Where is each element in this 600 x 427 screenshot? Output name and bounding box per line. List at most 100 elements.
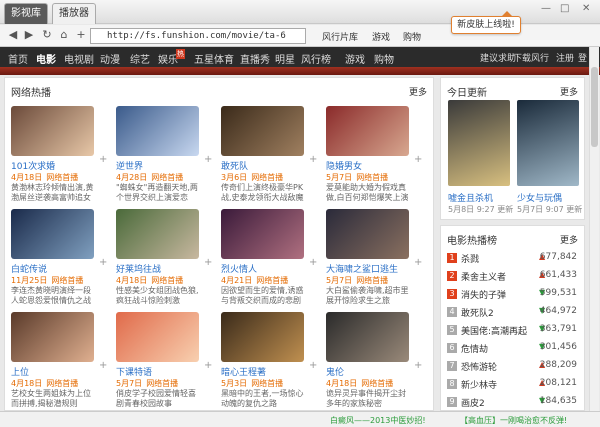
movie-card[interactable]: 101次求婚4月18日网络首播黄渤林志玲倾情出演,黄渤屌丝逆袭高富帅追女神 + (11, 106, 107, 203)
add-icon[interactable]: + (99, 154, 107, 165)
add-icon[interactable]: + (309, 360, 317, 371)
movie-thumbnail[interactable] (221, 312, 304, 362)
add-icon[interactable]: + (99, 257, 107, 268)
more-link[interactable]: 更多 (409, 85, 427, 98)
nav-sports[interactable]: 五星体育 (194, 51, 234, 66)
nav-shopping[interactable]: 购物 (374, 51, 394, 66)
movie-title[interactable]: 敢死队 (221, 159, 307, 172)
scrollbar-thumb[interactable] (591, 67, 598, 147)
nav-register[interactable]: 注册 (556, 51, 574, 64)
close-button[interactable]: ✕ (582, 2, 590, 16)
movie-title[interactable]: 逆世界 (116, 159, 202, 172)
movie-title[interactable]: 暗心王程著 (221, 365, 307, 378)
movie-thumbnail[interactable] (221, 106, 304, 156)
add-icon[interactable]: + (99, 360, 107, 371)
add-icon[interactable]: + (414, 257, 422, 268)
movie-card[interactable]: 敢死队 3月6日 网络首播 传奇们上演终极豪华PK战,史泰龙领衔大战敌魔 + (221, 106, 317, 203)
rank-title[interactable]: 恐怖游轮 (461, 360, 497, 373)
nav-tv[interactable]: 电视剧 (64, 51, 94, 66)
add-icon[interactable]: + (204, 154, 212, 165)
movie-card[interactable]: 上位 4月18日 网络首播 艺校女生两姐妹为上位而拼搏,揭秘潜规则 + (11, 312, 107, 409)
maximize-button[interactable]: □ (560, 2, 569, 16)
ranking-row[interactable]: 4 敢死队2 ▼ 464,972 (447, 306, 579, 320)
poster-title[interactable]: 嘘金且杀机 (448, 191, 493, 204)
movie-card[interactable]: 下课特语 5月7日 网络首播 俏皮学子校园爱情轻喜剧青春校园故事 + (116, 312, 212, 409)
status-ad-left[interactable]: 白癜风——2013中医妙招! (330, 415, 426, 426)
add-icon[interactable]: + (204, 257, 212, 268)
movie-title[interactable]: 大海啸之鲨口逃生 (326, 262, 412, 275)
refresh-icon[interactable]: ↻ (40, 28, 54, 42)
movie-thumbnail[interactable] (11, 312, 94, 362)
movie-card[interactable]: 鬼伦 4月18日 网络首播 诡异灵异事件揭开尘封多年的家族秘密 + (326, 312, 422, 409)
more-link[interactable]: 更多 (560, 85, 578, 98)
address-bar[interactable]: http://fs.funshion.com/movie/ta-6 (90, 28, 306, 44)
rank-title[interactable]: 敢死队2 (461, 306, 494, 319)
scrollbar[interactable] (589, 47, 599, 413)
minimize-button[interactable]: — (541, 2, 551, 16)
nav-login[interactable]: 登 (578, 51, 587, 64)
movie-card[interactable]: 烈火情人 4月21日 网络首播 因欲望而生的爱情,诱惑与背叛交织而成的悲剧 + (221, 209, 317, 306)
movie-title[interactable]: 好莱坞往战 (116, 262, 202, 275)
movie-card[interactable]: 隐婚男女 5月7日 网络首播 爱莫能助大婚为假戏真做,白百何郑恺爆笑上演 + (326, 106, 422, 203)
movie-title[interactable]: 隐婚男女 (326, 159, 412, 172)
ranking-row[interactable]: 1 杀戮 ▲ 677,842 (447, 252, 579, 266)
nav-movies[interactable]: 电影 (36, 51, 56, 66)
ranking-row[interactable]: 5 美国佬:高潮再起 ▼ 363,791 (447, 324, 579, 338)
rank-title[interactable]: 美国佬:高潮再起 (461, 324, 527, 337)
ranking-row[interactable]: 8 新少林寺 ▲ 208,121 (447, 378, 579, 392)
status-ad-right[interactable]: 【高血压】一刚喝治愈不反弹! (460, 415, 567, 426)
movie-thumbnail[interactable] (221, 209, 304, 259)
add-icon[interactable]: + (414, 360, 422, 371)
add-icon[interactable]: + (309, 257, 317, 268)
movie-title[interactable]: 鬼伦 (326, 365, 412, 378)
movie-title[interactable]: 上位 (11, 365, 97, 378)
movie-card[interactable]: 暗心王程著 5月3日 网络首播 黑暗中的王者,一场惊心动魄的复仇之路 + (221, 312, 317, 409)
ranking-row[interactable]: 7 恐怖游轮 ▲ 288,209 (447, 360, 579, 374)
poster-image[interactable] (448, 100, 510, 186)
movie-card[interactable]: 大海啸之鲨口逃生 5月7日 网络首播 大白鲨偷袭海啸,超市里展开惊险求生之旅 + (326, 209, 422, 306)
rank-title[interactable]: 消失的子弹 (461, 288, 506, 301)
movie-card[interactable]: 好莱坞往战 4月18日 网络首播 性感美少女组团战色狼,疯狂战斗惊险刺激 + (116, 209, 212, 306)
movie-thumbnail[interactable] (11, 106, 94, 156)
movie-thumbnail[interactable] (11, 209, 94, 259)
nav-charts[interactable]: 风行榜 (301, 51, 331, 66)
nav-live[interactable]: 直播秀 (240, 51, 270, 66)
movie-thumbnail[interactable] (326, 312, 409, 362)
rank-title[interactable]: 杀戮 (461, 252, 479, 265)
new-skin-tooltip[interactable]: 新皮肤上线啦! (451, 11, 521, 34)
ranking-row[interactable]: 9 画皮2 ▼ 184,635 (447, 396, 579, 410)
forward-icon[interactable]: ▶ (22, 28, 36, 42)
nav-games[interactable]: 游戏 (345, 51, 365, 66)
tab-player[interactable]: 播放器 (52, 3, 96, 24)
movie-title[interactable]: 烈火情人 (221, 262, 307, 275)
nav-download[interactable]: 下载风行 (513, 51, 549, 64)
movie-thumbnail[interactable] (326, 106, 409, 156)
movie-card[interactable]: 白蛇传说 11月25日 网络首播 李连杰黄晓明演绎一段人蛇恩怨爱恨情仇之战 + (11, 209, 107, 306)
movie-title[interactable]: 白蛇传说 (11, 262, 97, 275)
movie-thumbnail[interactable] (116, 106, 199, 156)
movie-title[interactable]: 下课特语 (116, 365, 202, 378)
movie-thumbnail[interactable] (326, 209, 409, 259)
nav-entertainment[interactable]: 娱乐 (158, 51, 178, 66)
nav-help[interactable]: 建议求助 (480, 51, 516, 64)
nav-variety[interactable]: 综艺 (130, 51, 150, 66)
poster-image[interactable] (517, 100, 579, 186)
movie-card[interactable]: 逆世界 4月28日 网络首播 "蜘蛛女"再造翻天地,两个世界交织上演爱恋 + (116, 106, 212, 203)
add-icon[interactable]: + (204, 360, 212, 371)
movie-title[interactable]: 101次求婚 (11, 159, 97, 172)
movie-thumbnail[interactable] (116, 312, 199, 362)
movie-thumbnail[interactable] (116, 209, 199, 259)
toolbar-link-games[interactable]: 游戏 (372, 30, 390, 43)
nav-home[interactable]: 首页 (8, 51, 28, 66)
rank-title[interactable]: 画皮2 (461, 396, 485, 409)
poster-title[interactable]: 少女与玩偶 (517, 191, 562, 204)
rank-title[interactable]: 危情劫 (461, 342, 488, 355)
home-icon[interactable]: ⌂ (57, 28, 71, 42)
add-icon[interactable]: + (414, 154, 422, 165)
nav-stars[interactable]: 明星 (275, 51, 295, 66)
nav-anime[interactable]: 动漫 (100, 51, 120, 66)
ranking-row[interactable]: 3 消失的子弹 ▼ 599,531 (447, 288, 579, 302)
rank-title[interactable]: 柔舍主义者 (461, 270, 506, 283)
toolbar-link-library[interactable]: 风行片库 (322, 30, 358, 43)
ranking-row[interactable]: 2 柔舍主义者 ▲ 661,433 (447, 270, 579, 284)
